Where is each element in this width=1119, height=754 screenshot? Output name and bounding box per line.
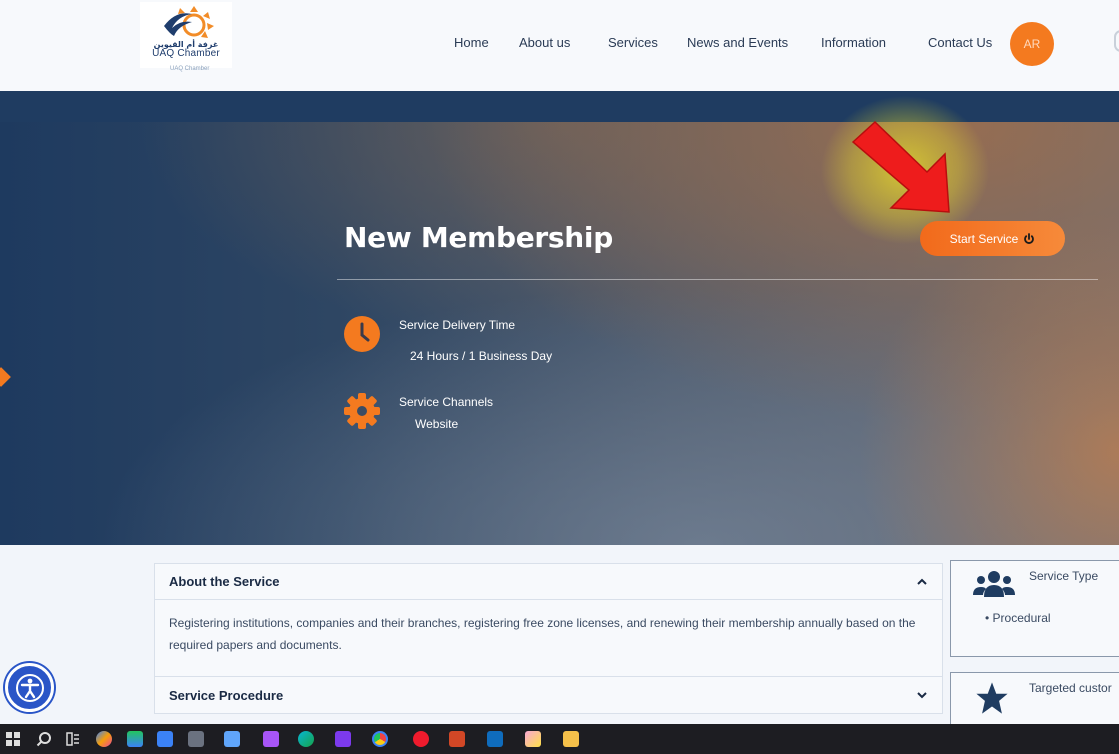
copilot-icon[interactable]	[96, 731, 112, 747]
opera-icon[interactable]	[413, 731, 429, 747]
accessibility-button[interactable]	[5, 663, 54, 712]
nav-news-and-events[interactable]: News and Events	[687, 35, 788, 50]
app-icon[interactable]	[224, 731, 240, 747]
hero-divider	[337, 279, 1098, 280]
accordion-about-service-title: About the Service	[169, 574, 280, 589]
search-icon[interactable]	[36, 731, 52, 747]
service-type-card: Service Type • Procedural	[950, 560, 1119, 657]
service-type-title: Service Type	[1029, 569, 1099, 583]
chevron-up-icon	[917, 578, 927, 585]
outlook-icon[interactable]	[487, 731, 503, 747]
accordion-service-procedure-header[interactable]: Service Procedure	[155, 677, 942, 713]
logo-english-name: UAQ Chamber	[152, 48, 220, 59]
start-service-button[interactable]: Start Service	[920, 221, 1065, 256]
chevron-down-icon	[917, 692, 927, 699]
red-pointer-arrow-icon	[851, 120, 950, 213]
accordion-about-service-header[interactable]: About the Service	[155, 564, 942, 600]
accessibility-icon	[15, 673, 44, 702]
gear-icon	[344, 393, 380, 429]
visual-studio-icon[interactable]	[263, 731, 279, 747]
targeted-customers-card: Targeted custor	[950, 672, 1119, 732]
uaq-chamber-logo[interactable]: غرفة أم القيوين UAQ Chamber	[140, 2, 232, 68]
service-type-item-text: Procedural	[992, 611, 1051, 625]
service-accordion: About the Service Registering institutio…	[154, 563, 943, 714]
windows-taskbar	[0, 724, 1119, 754]
nav-contact-us[interactable]: Contact Us	[928, 35, 992, 50]
chrome-icon[interactable]	[372, 731, 388, 747]
star-icon	[976, 682, 1008, 714]
clock-icon	[344, 316, 380, 352]
delivery-time-value: 24 Hours / 1 Business Day	[410, 349, 553, 363]
nav-about-us[interactable]: About us	[519, 35, 570, 50]
windows-start-icon[interactable]	[6, 732, 20, 746]
service-type-item: • Procedural	[985, 611, 1051, 625]
partial-search-button[interactable]	[1114, 30, 1119, 52]
language-toggle-button[interactable]: AR	[1010, 22, 1054, 66]
start-service-label: Start Service	[949, 231, 1019, 246]
targeted-customers-title: Targeted custor	[1029, 681, 1112, 695]
service-channels-value: Website	[415, 417, 459, 431]
service-channels-label: Service Channels	[399, 395, 494, 409]
users-icon	[973, 571, 1015, 597]
task-view-icon[interactable]	[66, 732, 80, 746]
nav-home[interactable]: Home	[454, 35, 489, 50]
app-icon[interactable]	[188, 731, 204, 747]
chamber-emblem-icon	[164, 6, 214, 38]
powerpoint-icon[interactable]	[449, 731, 465, 747]
calculator-icon[interactable]	[157, 731, 173, 747]
site-header: غرفة أم القيوين UAQ Chamber UAQ Chamber …	[0, 0, 1119, 91]
nav-information[interactable]: Information	[821, 35, 886, 50]
nav-services[interactable]: Services	[608, 35, 658, 50]
accordion-about-service-body: Registering institutions, companies and …	[155, 600, 942, 677]
file-explorer-icon[interactable]	[563, 731, 579, 747]
edge-icon[interactable]	[298, 731, 314, 747]
accordion-service-procedure-title: Service Procedure	[169, 687, 284, 703]
app-icon[interactable]	[127, 731, 143, 747]
snipping-tool-icon[interactable]	[525, 731, 541, 747]
power-icon	[1024, 232, 1035, 244]
logo-subtext: UAQ Chamber	[170, 66, 210, 72]
page-title: New Membership	[344, 221, 613, 254]
delivery-time-label: Service Delivery Time	[399, 318, 516, 332]
visual-studio-icon[interactable]	[335, 731, 351, 747]
